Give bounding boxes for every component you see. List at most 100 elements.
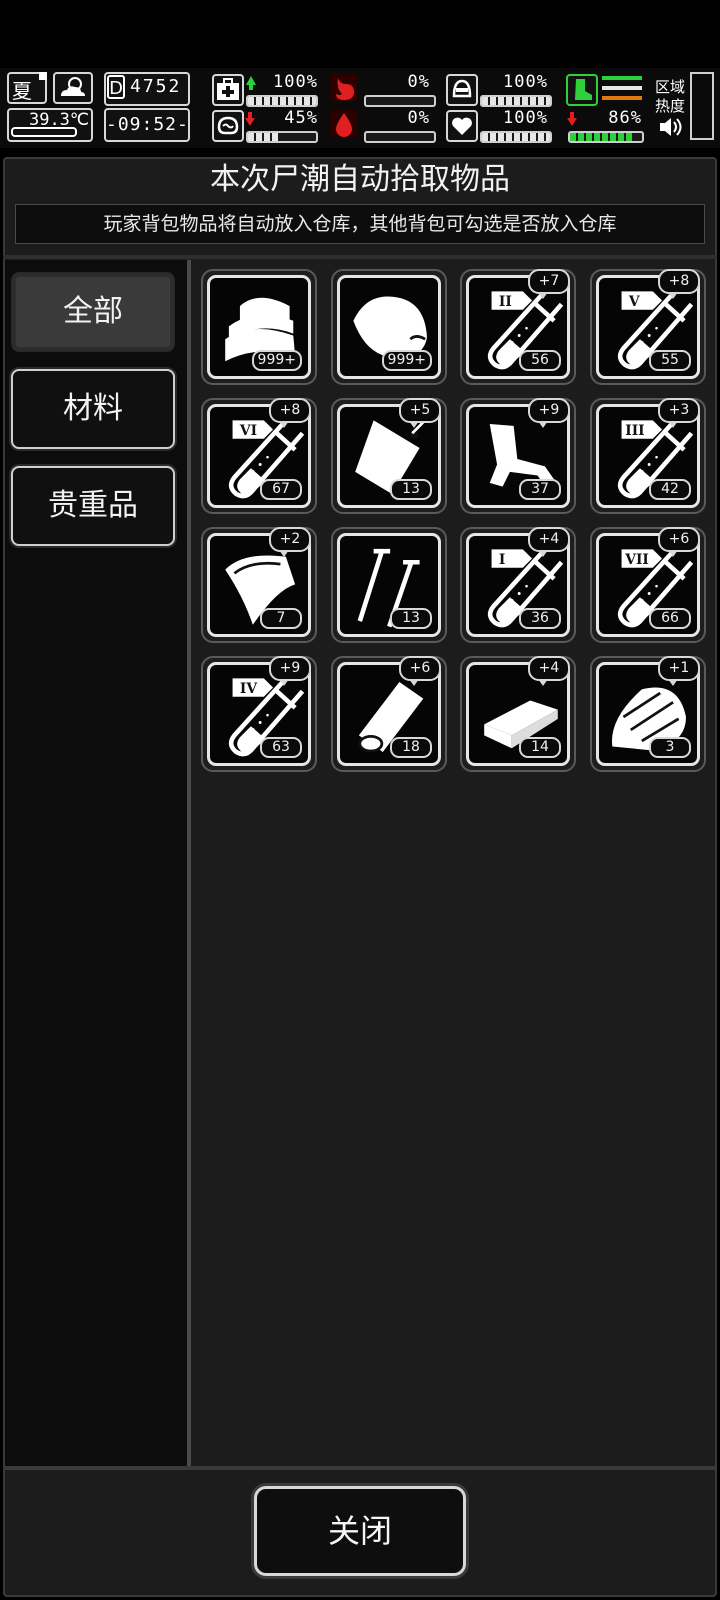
- season-label: 夏: [12, 79, 32, 103]
- item-count: 56: [519, 350, 561, 371]
- stamina-bar-fill: [570, 133, 632, 141]
- day-prefix: D: [107, 75, 125, 99]
- clock: -09:52-: [106, 114, 189, 135]
- item-increment-badge: +8: [269, 398, 311, 428]
- item-count: 14: [519, 737, 561, 758]
- mood-bar: [246, 131, 318, 143]
- mood-bar-fill: [248, 133, 279, 141]
- status-hud: 夏 39.3℃ D 4752 -09:52- 100% 45% 0% 0% 10…: [0, 68, 720, 148]
- partly-cloudy-icon: [61, 77, 85, 96]
- item-slot[interactable]: 37 +9: [460, 398, 576, 514]
- day-counter-box: D 4752: [104, 72, 190, 106]
- heart-icon: [452, 117, 472, 135]
- item-frame: 13: [337, 533, 441, 637]
- item-count: 63: [260, 737, 302, 758]
- tab-materials[interactable]: 材料: [11, 369, 175, 449]
- item-slot[interactable]: VII 66 +6: [590, 527, 706, 643]
- item-frame: 999+: [207, 275, 311, 379]
- stamina-percent: 86%: [608, 108, 642, 128]
- item-count: 66: [649, 608, 691, 629]
- zone-heat-label: 区域热度: [655, 78, 686, 115]
- thirst-bar: [364, 131, 436, 143]
- tube-numeral: IV: [240, 681, 257, 697]
- thirst-icon-box: [330, 110, 358, 138]
- item-frame: 999+: [337, 275, 441, 379]
- item-increment-badge: +5: [399, 398, 441, 428]
- item-count: 999+: [251, 350, 302, 371]
- hunger-icon-box: [330, 74, 358, 102]
- item-slot[interactable]: 999+: [331, 269, 447, 385]
- stomach-icon: [336, 78, 354, 100]
- item-slot[interactable]: 7 +2: [201, 527, 317, 643]
- item-increment-badge: +7: [528, 269, 570, 299]
- tube-numeral: II: [499, 294, 512, 310]
- tube-numeral: VII: [624, 552, 649, 568]
- heart-icon-box: [446, 110, 478, 142]
- item-slot[interactable]: 14 +4: [460, 656, 576, 772]
- thirst-percent: 0%: [407, 108, 430, 128]
- item-slot[interactable]: I 36 +4: [460, 527, 576, 643]
- season-flag-icon: [39, 72, 47, 80]
- temperature-box: 39.3℃: [7, 108, 93, 142]
- weather-box: [53, 72, 93, 104]
- dialog-title: 本次尸潮自动拾取物品: [210, 162, 510, 197]
- speaker-icon[interactable]: [658, 116, 684, 138]
- stamina-line-white: [602, 86, 642, 90]
- tab-all[interactable]: 全部: [11, 272, 175, 352]
- item-increment-badge: +8: [658, 269, 700, 299]
- close-button[interactable]: 关闭: [254, 1486, 466, 1576]
- item-increment-badge: +2: [269, 527, 311, 557]
- item-slot[interactable]: 18 +6: [331, 656, 447, 772]
- tube-numeral: I: [499, 552, 505, 568]
- sidebar-divider: [187, 260, 191, 1466]
- heart-bar: [480, 131, 552, 143]
- item-count: 37: [519, 479, 561, 500]
- item-slot[interactable]: IV 63 +9: [201, 656, 317, 772]
- item-increment-badge: +9: [528, 398, 570, 428]
- item-count: 999+: [381, 350, 432, 371]
- heart-bar-fill: [482, 133, 550, 141]
- health-percent: 100%: [273, 72, 318, 92]
- day-counter: 4752: [130, 76, 182, 97]
- armor-icon-box: [446, 74, 478, 106]
- item-slot[interactable]: 13 +5: [331, 398, 447, 514]
- item-increment-badge: +1: [658, 656, 700, 686]
- stamina-line-orange: [602, 96, 642, 100]
- armor-bar: [480, 95, 552, 107]
- water-drop-icon: [336, 113, 352, 137]
- medkit-icon: [217, 78, 239, 100]
- item-increment-badge: +6: [399, 656, 441, 686]
- season-box: 夏: [7, 72, 47, 104]
- zone-heat-meter: [690, 72, 714, 140]
- item-slot[interactable]: 13: [331, 527, 447, 643]
- stamina-bar: [568, 131, 644, 143]
- item-slot[interactable]: III 42 +3: [590, 398, 706, 514]
- tube-numeral: III: [625, 423, 644, 439]
- footer-divider: [3, 1466, 717, 1470]
- dialog-subtitle: 玩家背包物品将自动放入仓库，其他背包可勾选是否放入仓库: [15, 204, 705, 244]
- item-count: 36: [519, 608, 561, 629]
- header-divider: [3, 255, 717, 259]
- hunger-percent: 0%: [407, 72, 430, 92]
- mood-icon-box: [212, 110, 244, 142]
- item-count: 13: [390, 479, 432, 500]
- item-increment-badge: +9: [269, 656, 311, 686]
- hunger-bar: [364, 95, 436, 107]
- item-slot[interactable]: 999+: [201, 269, 317, 385]
- item-count: 18: [390, 737, 432, 758]
- boot-icon: [575, 79, 592, 100]
- health-bar: [246, 95, 318, 107]
- item-count: 13: [390, 608, 432, 629]
- heart-percent: 100%: [503, 108, 548, 128]
- item-slot[interactable]: 3 +1: [590, 656, 706, 772]
- item-count: 42: [649, 479, 691, 500]
- item-increment-badge: +3: [658, 398, 700, 428]
- item-slot[interactable]: II 56 +7: [460, 269, 576, 385]
- helmet-icon: [452, 79, 472, 98]
- item-slot[interactable]: V 55 +8: [590, 269, 706, 385]
- stamina-line-green: [602, 76, 642, 80]
- item-count: 3: [649, 737, 691, 758]
- item-count: 7: [260, 608, 302, 629]
- tab-valuables[interactable]: 贵重品: [11, 466, 175, 546]
- item-slot[interactable]: VI 67 +8: [201, 398, 317, 514]
